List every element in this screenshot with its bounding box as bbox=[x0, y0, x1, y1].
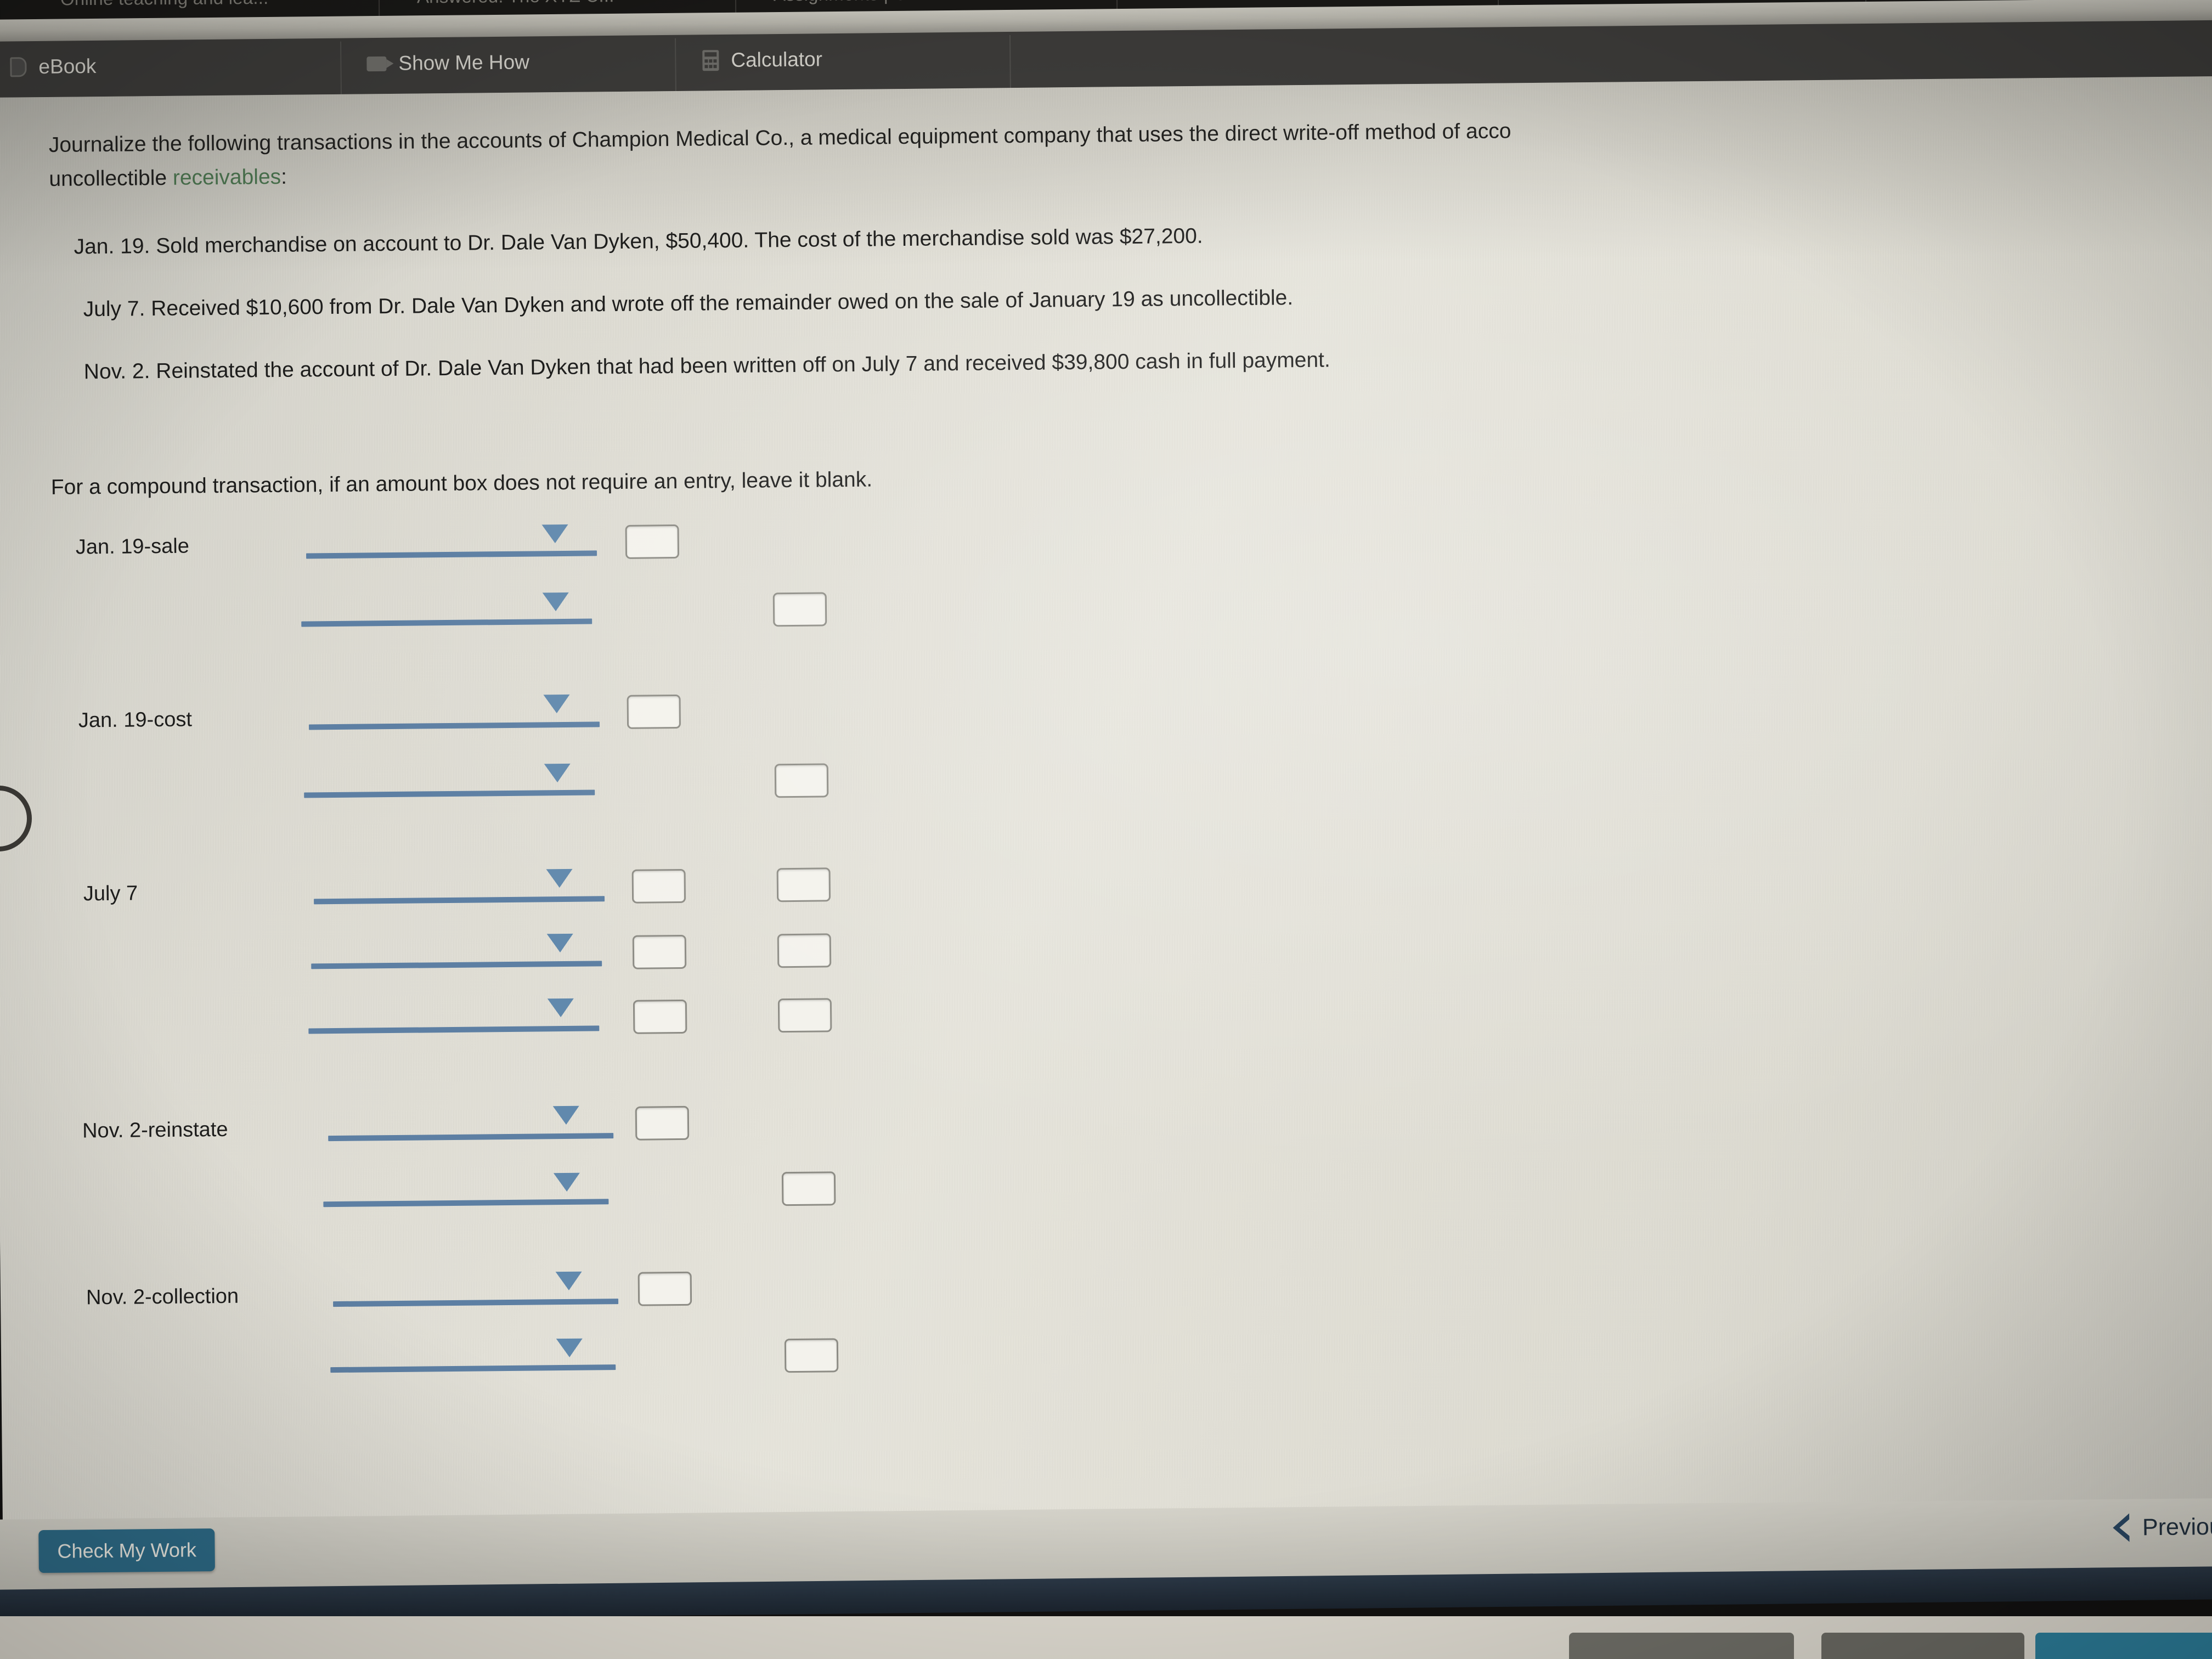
screenshot-photo: Online teaching and lea... Answered: The… bbox=[0, 0, 2212, 1659]
account-select-nov2-reinstate-2[interactable] bbox=[323, 1199, 609, 1207]
assignment-content: Journalize the following transactions in… bbox=[0, 76, 2212, 1579]
account-select-july7-3[interactable] bbox=[308, 1025, 600, 1034]
account-select-jan19-cost-1[interactable] bbox=[308, 721, 600, 730]
calculator-label: Calculator bbox=[731, 48, 823, 71]
ebook-label: eBook bbox=[38, 54, 97, 78]
account-select-jan19-cost-2[interactable] bbox=[304, 789, 595, 798]
browser-tab-1[interactable]: Answered: The XYZ C... bbox=[417, 0, 724, 14]
intro-text-pre: uncollectible bbox=[49, 166, 173, 191]
problem-intro-line2: uncollectible receivables: bbox=[49, 163, 287, 194]
entry-label-july7: July 7 bbox=[83, 882, 138, 906]
transaction-line-jan19: Jan. 19. Sold merchandise on account to … bbox=[74, 224, 1203, 259]
entry-label-nov2-reinstate: Nov. 2-reinstate bbox=[82, 1118, 228, 1143]
taskbar-item-active[interactable] bbox=[2035, 1633, 2212, 1659]
credit-amount-input-july7-2[interactable] bbox=[777, 933, 832, 968]
entry-label-jan19-sale: Jan. 19-sale bbox=[75, 534, 190, 559]
calculator-icon bbox=[702, 50, 719, 71]
credit-amount-input-july7-3[interactable] bbox=[777, 998, 832, 1033]
transaction-line-nov2: Nov. 2. Reinstated the account of Dr. Da… bbox=[83, 348, 1330, 384]
compound-transaction-instruction: For a compound transaction, if an amount… bbox=[50, 467, 873, 499]
credit-amount-input-july7-1[interactable] bbox=[776, 867, 831, 902]
account-select-nov2-collection-1[interactable] bbox=[333, 1299, 619, 1307]
chevron-down-icon[interactable] bbox=[547, 998, 574, 1018]
account-select-nov2-reinstate-1[interactable] bbox=[328, 1133, 614, 1142]
chevron-down-icon[interactable] bbox=[556, 1338, 583, 1358]
chevron-down-icon[interactable] bbox=[553, 1172, 580, 1192]
entry-label-jan19-cost: Jan. 19-cost bbox=[78, 708, 193, 732]
calculator-button[interactable]: Calculator bbox=[702, 48, 822, 72]
credit-amount-input-nov2-reinstate-2[interactable] bbox=[781, 1171, 836, 1206]
chevron-down-icon[interactable] bbox=[542, 592, 569, 612]
browser-tab-0[interactable]: Online teaching and lea... bbox=[60, 0, 368, 16]
debit-amount-input-nov2-collection-1[interactable] bbox=[637, 1271, 692, 1306]
credit-amount-input-jan19-sale-2[interactable] bbox=[772, 592, 827, 627]
video-icon bbox=[366, 56, 387, 71]
debit-amount-input-july7-2[interactable] bbox=[632, 934, 687, 969]
taskbar-item[interactable] bbox=[1569, 1633, 1794, 1659]
transaction-line-july7: July 7. Received $10,600 from Dr. Dale V… bbox=[83, 286, 1294, 321]
previous-label: Previous bbox=[2142, 1513, 2212, 1541]
debit-amount-input-nov2-reinstate-1[interactable] bbox=[635, 1105, 690, 1141]
chevron-down-icon[interactable] bbox=[544, 763, 571, 783]
credit-amount-input-nov2-collection-2[interactable] bbox=[784, 1338, 839, 1373]
problem-intro-line1: Journalize the following transactions in… bbox=[48, 119, 1511, 157]
chevron-down-icon[interactable] bbox=[546, 868, 573, 888]
previous-button[interactable]: Previous bbox=[2112, 1513, 2212, 1542]
toolbar-divider bbox=[340, 41, 342, 99]
show-me-how-button[interactable]: Show Me How bbox=[366, 50, 529, 75]
account-select-nov2-collection-2[interactable] bbox=[330, 1364, 616, 1373]
account-select-jan19-sale-2[interactable] bbox=[301, 618, 592, 627]
chevron-down-icon[interactable] bbox=[552, 1105, 580, 1125]
debit-amount-input-july7-1[interactable] bbox=[631, 868, 686, 904]
show-me-how-label: Show Me How bbox=[398, 50, 530, 75]
check-my-work-button[interactable]: Check My Work bbox=[38, 1528, 216, 1573]
toolbar-divider bbox=[674, 38, 676, 95]
chevron-left-icon bbox=[2112, 1513, 2130, 1542]
chevron-down-icon[interactable] bbox=[543, 694, 570, 714]
book-icon bbox=[10, 57, 27, 77]
debit-amount-input-jan19-sale-1[interactable] bbox=[625, 524, 680, 559]
debit-amount-input-july7-3[interactable] bbox=[633, 999, 687, 1034]
intro-text-post: : bbox=[280, 165, 287, 189]
ebook-button[interactable]: eBook bbox=[10, 54, 97, 79]
account-select-july7-1[interactable] bbox=[314, 896, 605, 905]
toolbar-divider bbox=[1009, 35, 1011, 92]
chevron-down-icon[interactable] bbox=[541, 524, 568, 544]
chevron-down-icon[interactable] bbox=[546, 933, 574, 953]
os-taskbar bbox=[0, 1616, 2212, 1659]
account-select-jan19-sale-1[interactable] bbox=[306, 550, 597, 559]
glossary-link-receivables[interactable]: receivables bbox=[173, 165, 281, 190]
taskbar-item[interactable] bbox=[1821, 1633, 2024, 1659]
debit-amount-input-jan19-cost-1[interactable] bbox=[627, 694, 681, 729]
chevron-down-icon[interactable] bbox=[555, 1271, 582, 1291]
entry-label-nov2-collection: Nov. 2-collection bbox=[86, 1284, 239, 1310]
account-select-july7-2[interactable] bbox=[311, 961, 602, 969]
credit-amount-input-jan19-cost-2[interactable] bbox=[774, 763, 829, 798]
